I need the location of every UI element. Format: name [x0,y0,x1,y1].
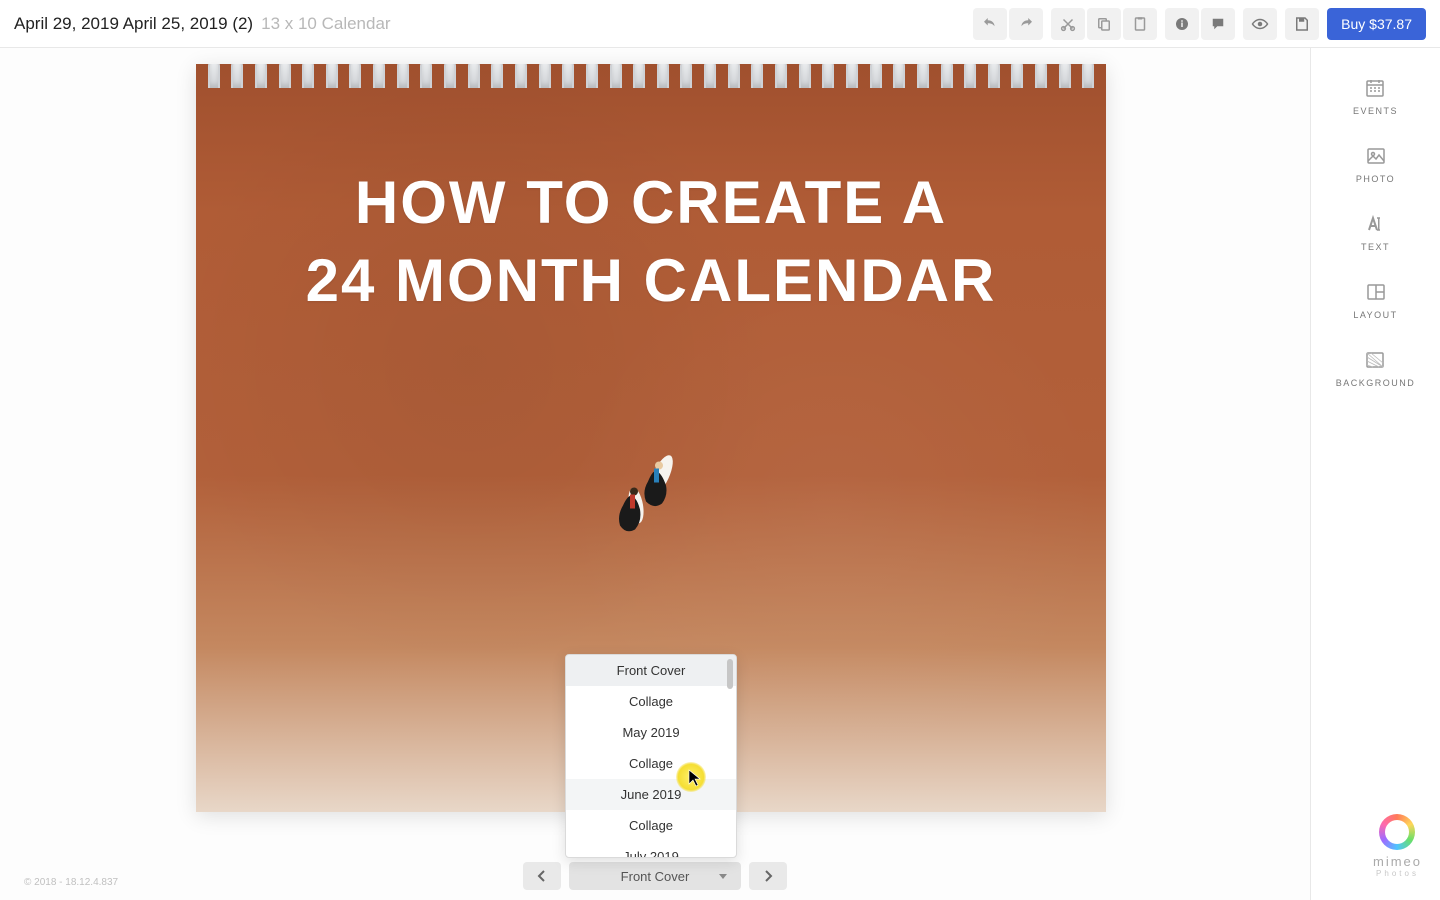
cut-icon [1059,15,1077,33]
info-group [1165,8,1235,40]
cover-title-line1: HOW TO CREATE A [196,164,1106,242]
chevron-left-icon [537,870,547,882]
background-icon [1363,348,1387,372]
brand-logo-block: mimeo Photos [1373,814,1422,878]
right-side-panel: EVENTS PHOTO TEXT LAYOUT BACKGROUND [1310,48,1440,900]
canvas-area[interactable]: HOW TO CREATE A 24 MONTH CALENDAR [0,48,1310,900]
info-button[interactable] [1165,8,1199,40]
copy-button[interactable] [1087,8,1121,40]
dropdown-scrollbar[interactable] [727,659,733,689]
bottom-page-nav: Front Cover [523,862,787,890]
cover-figures [601,435,701,560]
redo-button[interactable] [1009,8,1043,40]
mimeo-logo-icon [1379,814,1415,850]
photo-icon [1364,144,1388,168]
footer-version: © 2018 - 18.12.4.837 [24,877,118,888]
dropdown-item-collage-1[interactable]: Collage [566,686,736,717]
paste-button[interactable] [1123,8,1157,40]
panel-text-button[interactable]: TEXT [1361,198,1390,266]
panel-events-label: EVENTS [1353,106,1398,116]
panel-text-label: TEXT [1361,242,1390,252]
save-button[interactable] [1285,8,1319,40]
text-icon [1363,212,1387,236]
caret-down-icon [719,874,727,879]
preview-button[interactable] [1243,8,1277,40]
main-area: HOW TO CREATE A 24 MONTH CALENDAR [0,48,1440,900]
page-dropdown[interactable]: Front Cover Collage May 2019 Collage Jun… [565,654,737,858]
title-wrap: April 29, 2019 April 25, 2019 (2) 13 x 1… [14,14,973,34]
paste-icon [1131,15,1149,33]
calendar-icon [1363,76,1387,100]
eye-icon [1251,15,1269,33]
next-page-button[interactable] [749,862,787,890]
cover-title[interactable]: HOW TO CREATE A 24 MONTH CALENDAR [196,164,1106,320]
cut-button[interactable] [1051,8,1085,40]
copy-icon [1095,15,1113,33]
redo-icon [1017,15,1035,33]
document-title[interactable]: April 29, 2019 April 25, 2019 (2) [14,14,253,34]
layout-icon [1364,280,1388,304]
brand-name: mimeo [1373,854,1422,869]
page-select-dropdown[interactable]: Front Cover [569,862,741,890]
panel-layout-button[interactable]: LAYOUT [1353,266,1397,334]
dropdown-item-collage-2[interactable]: Collage [566,748,736,779]
info-icon [1173,15,1191,33]
panel-photo-button[interactable]: PHOTO [1356,130,1395,198]
panel-events-button[interactable]: EVENTS [1353,62,1398,130]
dropdown-item-june-2019[interactable]: June 2019 [566,779,736,810]
dropdown-item-may-2019[interactable]: May 2019 [566,717,736,748]
toolbar-right: Buy $37.87 [973,8,1426,40]
dropdown-item-july-2019[interactable]: July 2019 [566,841,736,857]
dropdown-item-collage-3[interactable]: Collage [566,810,736,841]
panel-layout-label: LAYOUT [1353,310,1397,320]
brand-subname: Photos [1373,869,1422,878]
spiral-binding [196,64,1106,92]
top-bar: April 29, 2019 April 25, 2019 (2) 13 x 1… [0,0,1440,48]
undo-icon [981,15,999,33]
undo-button[interactable] [973,8,1007,40]
comment-button[interactable] [1201,8,1235,40]
dropdown-item-front-cover[interactable]: Front Cover [566,655,736,686]
chevron-right-icon [763,870,773,882]
clipboard-group [1051,8,1157,40]
page-select-label: Front Cover [621,869,690,884]
dropdown-list: Front Cover Collage May 2019 Collage Jun… [566,655,736,857]
save-icon [1293,15,1311,33]
document-subtitle: 13 x 10 Calendar [261,14,390,34]
buy-button[interactable]: Buy $37.87 [1327,8,1426,40]
panel-background-label: BACKGROUND [1336,378,1416,388]
panel-photo-label: PHOTO [1356,174,1395,184]
cover-title-line2: 24 MONTH CALENDAR [196,242,1106,320]
panel-background-button[interactable]: BACKGROUND [1336,334,1416,402]
comment-icon [1209,15,1227,33]
prev-page-button[interactable] [523,862,561,890]
history-group [973,8,1043,40]
